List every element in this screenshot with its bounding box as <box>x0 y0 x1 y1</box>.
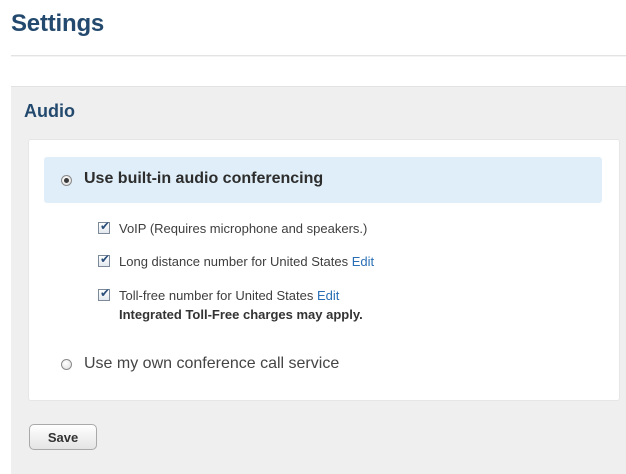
checkmark-icon: ✔ <box>99 286 111 300</box>
long-distance-label[interactable]: Long distance number for United States <box>119 254 348 269</box>
builtin-audio-label[interactable]: Use built-in audio conferencing <box>84 170 323 188</box>
audio-settings-panel: Audio Use built-in audio conferencing ✔ … <box>11 86 626 474</box>
toll-free-charges-notice: Integrated Toll-Free charges may apply. <box>119 307 363 322</box>
toll-free-checkbox[interactable]: ✔ <box>98 286 111 301</box>
builtin-audio-radio[interactable] <box>61 175 72 186</box>
checkmark-icon: ✔ <box>99 219 111 233</box>
voip-checkbox[interactable]: ✔ <box>98 219 111 234</box>
audio-section-title: Audio <box>24 101 75 121</box>
title-divider <box>11 55 626 57</box>
toll-free-edit-link[interactable]: Edit <box>317 288 339 303</box>
own-service-radio[interactable] <box>61 359 72 370</box>
long-distance-checkbox[interactable]: ✔ <box>98 252 111 267</box>
toll-free-row: Toll-free number for United States Edit <box>119 288 339 303</box>
page-title: Settings <box>11 10 105 37</box>
long-distance-edit-link[interactable]: Edit <box>352 254 374 269</box>
long-distance-row: Long distance number for United States E… <box>119 254 374 269</box>
radio-selected-dot-icon <box>64 178 69 183</box>
voip-label[interactable]: VoIP (Requires microphone and speakers.) <box>119 221 367 236</box>
builtin-audio-option[interactable]: Use built-in audio conferencing <box>44 157 602 203</box>
save-button[interactable]: Save <box>29 424 97 450</box>
own-service-label[interactable]: Use my own conference call service <box>84 355 339 373</box>
audio-options-card: Use built-in audio conferencing ✔ VoIP (… <box>28 139 620 401</box>
toll-free-label[interactable]: Toll-free number for United States <box>119 288 313 303</box>
checkmark-icon: ✔ <box>99 252 111 266</box>
